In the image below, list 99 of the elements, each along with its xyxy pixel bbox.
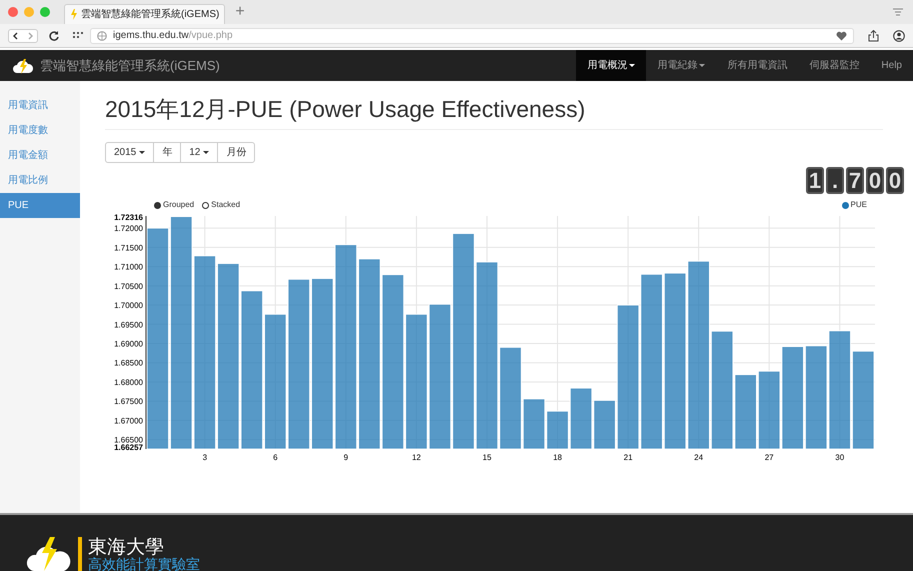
y-tick-label: 1.71000 [114, 262, 143, 272]
counter-digit: . [826, 167, 844, 194]
bar[interactable] [852, 350, 874, 450]
x-tick-label: 27 [764, 453, 774, 462]
radio-icon[interactable] [202, 202, 210, 208]
sidebar-item[interactable]: 用電金額 [0, 143, 80, 168]
maximize-window-icon[interactable] [40, 7, 50, 17]
counter-digit: 0 [886, 167, 904, 194]
bar[interactable] [264, 314, 286, 450]
bar[interactable] [428, 304, 452, 450]
x-tick-label: 3 [202, 453, 208, 462]
lab-name: 高效能計算實驗室 [88, 556, 200, 571]
x-tick-label: 9 [344, 453, 348, 462]
bar[interactable] [546, 410, 569, 450]
x-tick-label: 15 [482, 453, 492, 462]
nav-menu-item[interactable]: Help [870, 50, 913, 81]
y-tick-label: 1.71500 [114, 243, 143, 252]
bar[interactable] [687, 260, 710, 450]
cloud-lightning-icon [26, 535, 72, 571]
addon-label: 年 [153, 143, 180, 162]
share-icon[interactable] [868, 30, 879, 42]
bar[interactable] [288, 278, 310, 450]
y-tick-label: 1.66257 [114, 443, 143, 452]
y-tick-label: 1.70000 [114, 301, 143, 310]
bar[interactable] [805, 345, 828, 450]
sidebar-item[interactable]: 用電資訊 [0, 93, 80, 118]
bar[interactable] [570, 388, 592, 450]
address-field[interactable]: igems.thu.edu.tw/vpue.php [90, 28, 854, 44]
sidebar-item[interactable]: PUE [0, 193, 80, 218]
bar[interactable] [710, 330, 734, 450]
bar[interactable] [382, 274, 404, 450]
y-tick-label: 1.69000 [114, 340, 143, 349]
y-tick-label: 1.72000 [114, 224, 143, 234]
bar[interactable] [194, 255, 216, 450]
sidebar-item[interactable]: 用電比例 [0, 168, 80, 193]
bar[interactable] [522, 398, 546, 450]
counter-digit: 7 [846, 167, 864, 194]
x-tick-label: 30 [835, 453, 844, 462]
dropdown-button[interactable]: 12 [180, 143, 218, 162]
addon-label: 月份 [217, 143, 254, 162]
bar[interactable] [499, 346, 522, 450]
lightning-icon [70, 9, 78, 20]
user-icon[interactable] [893, 30, 905, 42]
nav-menu-item[interactable]: 用電紀錄 [646, 50, 716, 81]
y-tick-label: 1.70500 [114, 282, 143, 291]
counter-digit: 1 [806, 167, 824, 194]
bar[interactable] [146, 228, 169, 450]
bar[interactable] [782, 346, 804, 450]
radio-icon[interactable] [154, 202, 161, 208]
heart-icon[interactable] [836, 30, 847, 40]
university-name: 東海大學 [88, 539, 164, 556]
y-tick-label: 1.68000 [114, 378, 143, 387]
bar[interactable] [616, 304, 640, 450]
menu-icon[interactable] [893, 8, 903, 16]
counter-digit: 0 [866, 167, 884, 194]
bar[interactable] [664, 272, 686, 450]
bar[interactable] [593, 400, 616, 450]
dropdown-button[interactable]: 2015 [106, 143, 154, 162]
browser-tab[interactable]: 雲端智慧綠能管理系統(iGEMS) [64, 4, 226, 24]
globe-icon [97, 30, 107, 40]
bar[interactable] [734, 374, 757, 450]
nav-menu-item[interactable]: 用電概況 [576, 50, 646, 81]
bar[interactable] [640, 274, 663, 450]
bar[interactable] [311, 278, 334, 450]
y-tick-label: 1.67000 [114, 416, 143, 426]
bar[interactable] [334, 244, 358, 450]
nav-menu-item[interactable]: 所有用電資訊 [716, 50, 798, 81]
bar[interactable] [452, 233, 475, 450]
x-tick-label: 6 [273, 453, 278, 462]
cloud-lightning-icon [12, 56, 34, 74]
chart-mode-option[interactable]: Grouped [154, 199, 194, 211]
y-tick-label: 1.67500 [114, 397, 143, 406]
y-tick-label: 1.68500 [114, 358, 143, 368]
chart-mode-option[interactable]: Stacked [202, 199, 240, 211]
sidebar-item[interactable]: 用電度數 [0, 118, 80, 143]
x-tick-label: 21 [624, 453, 633, 462]
bar[interactable] [217, 263, 240, 450]
close-window-icon[interactable] [8, 7, 18, 17]
reload-icon[interactable] [48, 30, 60, 42]
x-tick-label: 24 [694, 453, 704, 462]
nav-menu-item[interactable]: 伺服器監控 [798, 50, 870, 81]
bar[interactable] [358, 258, 381, 450]
back-forward-button[interactable] [8, 28, 38, 42]
bar[interactable] [476, 262, 498, 450]
brand-title[interactable]: 雲端智慧綠能管理系統(iGEMS) [40, 56, 220, 76]
legend-label[interactable]: PUE [850, 199, 867, 211]
bar[interactable] [405, 314, 428, 450]
y-tick-label: 1.72316 [114, 213, 143, 222]
page-title: 2015年12月-PUE (Power Usage Effectiveness) [105, 95, 883, 130]
bar[interactable] [828, 330, 851, 450]
y-tick-label: 1.69500 [114, 320, 143, 330]
x-tick-label: 12 [412, 453, 421, 462]
bar[interactable] [240, 290, 263, 450]
bar[interactable] [758, 370, 780, 450]
new-tab-button[interactable]: + [235, 3, 245, 21]
x-tick-label: 18 [553, 453, 562, 462]
y-tick-label: 1.66500 [114, 436, 143, 445]
bar[interactable] [170, 216, 192, 450]
grid-icon[interactable] [72, 30, 84, 40]
